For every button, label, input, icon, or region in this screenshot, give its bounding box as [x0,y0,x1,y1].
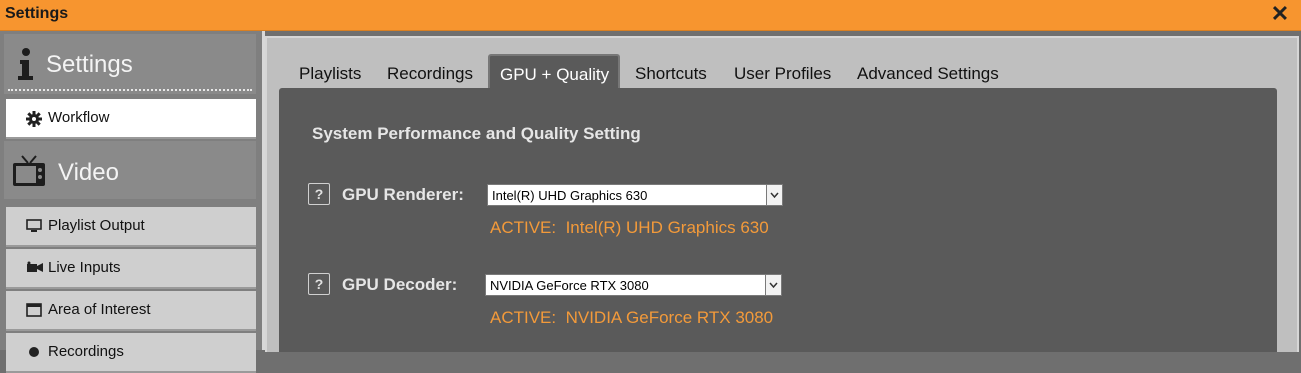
sidebar-item-label: Playlist Output [48,217,145,234]
help-button-decoder[interactable]: ? [308,273,330,295]
sidebar-item-playlist-output[interactable]: Playlist Output [6,207,256,247]
select-value: Intel(R) UHD Graphics 630 [492,188,648,203]
tab-playlists[interactable]: Playlists [299,64,361,84]
help-button-renderer[interactable]: ? [308,183,330,205]
section-label-settings: Settings [46,51,133,78]
sidebar-item-area-of-interest[interactable]: Area of Interest [6,291,256,331]
tab-shortcuts[interactable]: Shortcuts [635,64,707,84]
window-title: Settings [5,5,69,22]
active-value: Intel(R) UHD Graphics 630 [565,218,769,237]
section-label-video: Video [58,159,119,186]
sidebar-item-label: Recordings [48,343,124,360]
tab-label: GPU + Quality [500,65,610,84]
record-icon [29,347,39,357]
settings-content: Playlists Recordings GPU + Quality Short… [265,36,1299,352]
sidebar-item-label: Area of Interest [48,301,151,318]
tv-icon [13,155,45,186]
tab-user-profiles[interactable]: User Profiles [734,64,831,84]
divider [8,89,252,91]
sidebar-item-recordings[interactable]: Recordings [6,333,256,373]
monitor-icon [26,219,42,232]
tab-gpu-quality[interactable]: GPU + Quality [488,54,620,92]
window-icon [26,303,42,317]
camera-icon [27,261,43,272]
select-value: NVIDIA GeForce RTX 3080 [490,278,649,293]
gpu-decoder-active: ACTIVE: NVIDIA GeForce RTX 3080 [490,308,773,328]
sidebar-item-label: Live Inputs [48,259,121,276]
gpu-renderer-active: ACTIVE: Intel(R) UHD Graphics 630 [490,218,769,238]
gpu-decoder-select[interactable]: NVIDIA GeForce RTX 3080 [485,274,782,296]
chevron-down-icon[interactable] [765,275,781,295]
tab-advanced-settings[interactable]: Advanced Settings [857,64,999,84]
panel-title: System Performance and Quality Setting [312,124,641,143]
chevron-down-icon[interactable] [766,185,782,205]
gpu-decoder-label: GPU Decoder: [342,275,458,294]
tab-recordings[interactable]: Recordings [387,64,473,84]
active-prefix: ACTIVE: [490,308,557,327]
title-bar: Settings ✕ [0,0,1301,31]
sidebar-item-label: Workflow [48,109,110,126]
gpu-renderer-select[interactable]: Intel(R) UHD Graphics 630 [487,184,783,206]
gear-icon [26,111,42,127]
active-prefix: ACTIVE: [490,218,557,237]
gpu-renderer-label: GPU Renderer: [342,185,464,204]
tab-bar: Playlists Recordings GPU + Quality Short… [267,54,1297,92]
sidebar: Settings Workflow Video Playlist Output … [0,31,265,373]
gpu-quality-panel: System Performance and Quality Setting ?… [279,88,1277,352]
close-icon[interactable]: ✕ [1269,3,1291,25]
section-header-settings: Settings [4,34,256,94]
sidebar-item-workflow[interactable]: Workflow [6,99,256,139]
info-icon [18,48,33,80]
active-value: NVIDIA GeForce RTX 3080 [565,308,774,327]
section-header-video: Video [4,141,256,199]
sidebar-item-live-inputs[interactable]: Live Inputs [6,249,256,289]
